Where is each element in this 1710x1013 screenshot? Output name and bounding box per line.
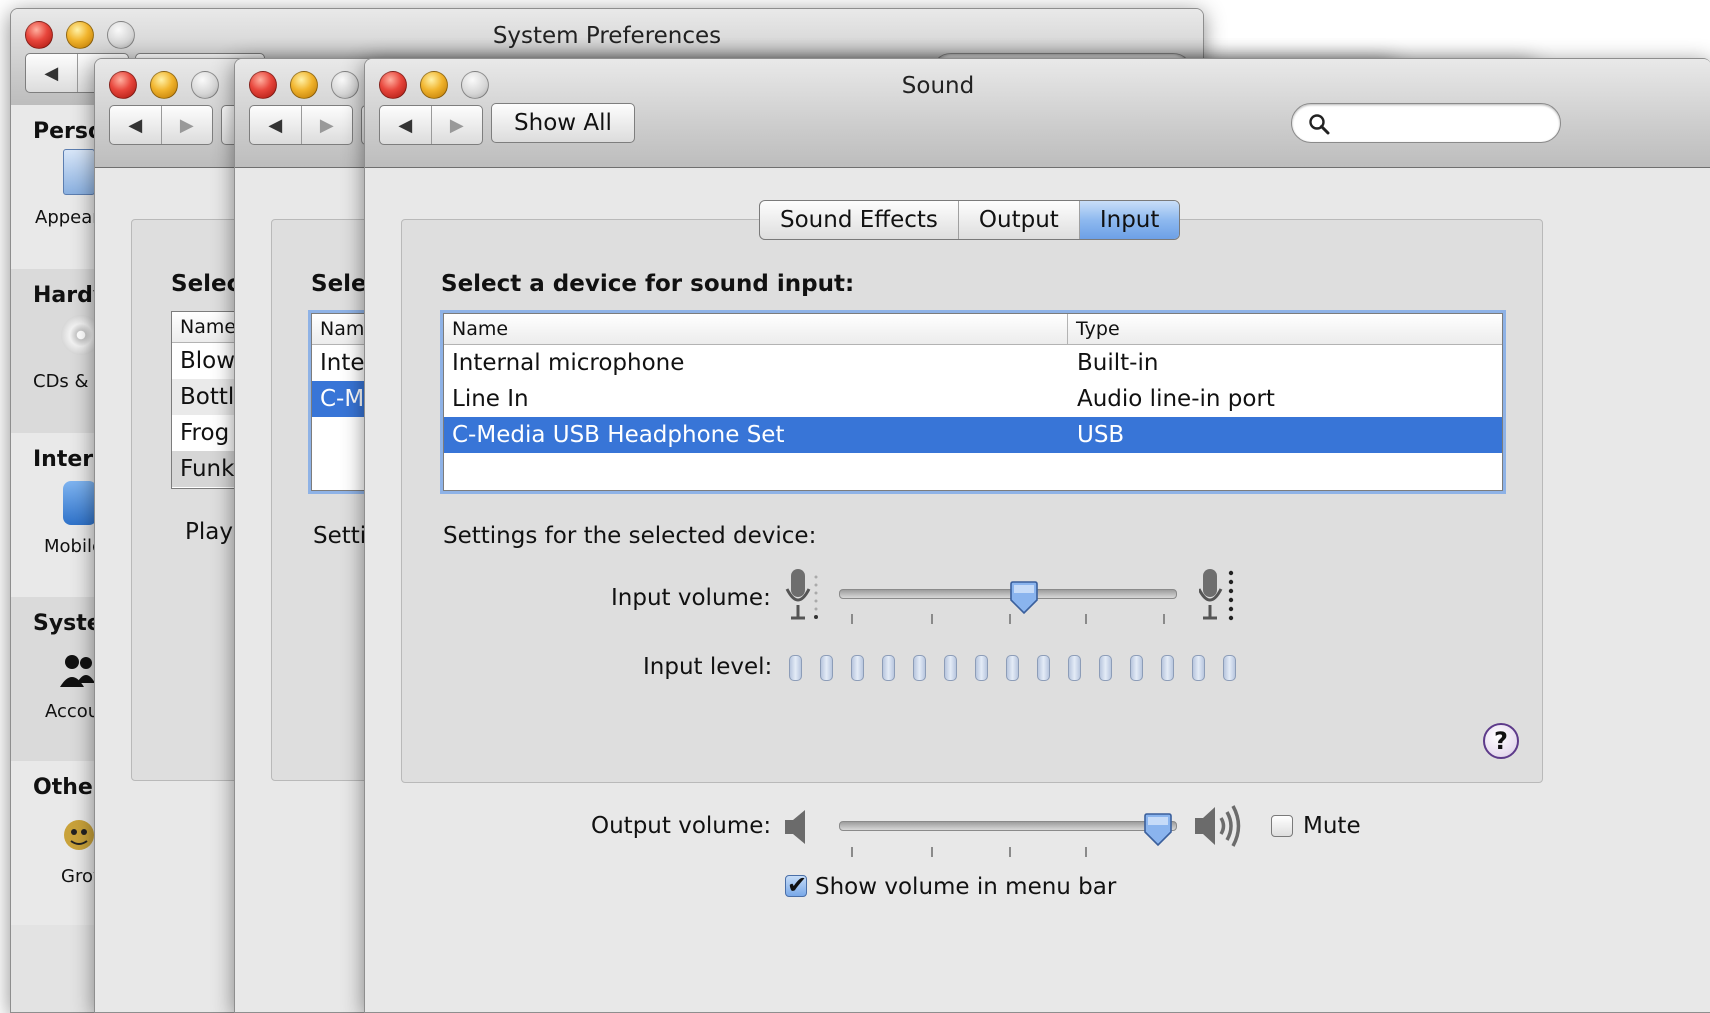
- level-segment: [975, 655, 988, 681]
- output-volume-knob[interactable]: [1143, 813, 1172, 847]
- table-row-selected[interactable]: C-Media USB Headphone Set USB: [444, 417, 1502, 453]
- forward-arrow-icon[interactable]: ▶: [160, 106, 213, 144]
- table-row[interactable]: Internal microphone Built-in: [444, 345, 1502, 381]
- level-segment: [851, 655, 864, 681]
- sound-input-window: Sound ◀ ▶ Show All Sound Effects Output …: [364, 58, 1710, 1013]
- settings-label: Setti: [313, 523, 367, 549]
- mute-label[interactable]: Mute: [1303, 813, 1361, 839]
- search-field[interactable]: [1291, 103, 1561, 143]
- close-button[interactable]: [249, 71, 277, 99]
- level-segment: [944, 655, 957, 681]
- pref-appearance[interactable]: Appear: [35, 207, 100, 228]
- minimize-button[interactable]: [150, 71, 178, 99]
- show-all-button[interactable]: Show All: [491, 103, 635, 143]
- level-segment: [1130, 655, 1143, 681]
- tab-input[interactable]: Input: [1078, 201, 1180, 239]
- input-devices-table[interactable]: Name Type Internal microphone Built-in L…: [443, 313, 1503, 491]
- forward-arrow-icon[interactable]: ▶: [430, 106, 483, 144]
- level-segment: [1037, 655, 1050, 681]
- level-segment: [1068, 655, 1081, 681]
- device-type: Built-in: [1077, 350, 1159, 376]
- pref-accounts[interactable]: Accou: [45, 701, 99, 722]
- mic-high-icon: [1197, 567, 1239, 627]
- level-segment: [1161, 655, 1174, 681]
- category-personal: Perso: [33, 119, 104, 144]
- search-input[interactable]: [1338, 110, 1542, 136]
- output-volume-label: Output volume:: [591, 813, 772, 839]
- window-controls: [109, 71, 219, 99]
- help-button[interactable]: ?: [1483, 723, 1519, 759]
- level-segment: [1099, 655, 1112, 681]
- column-name-header[interactable]: Name: [444, 314, 1068, 344]
- minimize-button[interactable]: [290, 71, 318, 99]
- speaker-high-icon: [1193, 801, 1249, 855]
- tab-sound-effects[interactable]: Sound Effects: [760, 201, 958, 239]
- mic-low-icon: [783, 567, 823, 627]
- back-forward-control[interactable]: ◀ ▶: [379, 105, 483, 145]
- device-name: Line In: [452, 386, 529, 412]
- input-volume-knob[interactable]: [1009, 581, 1038, 615]
- appearance-icon[interactable]: [63, 149, 95, 195]
- back-forward-control[interactable]: ◀ ▶: [249, 105, 353, 145]
- zoom-button[interactable]: [191, 71, 219, 99]
- row-label: Frog: [180, 420, 230, 446]
- level-segment: [1192, 655, 1205, 681]
- forward-arrow-icon[interactable]: ▶: [300, 106, 353, 144]
- device-name: Internal microphone: [452, 350, 685, 376]
- level-segment: [913, 655, 926, 681]
- input-volume-label: Input volume:: [611, 585, 771, 611]
- search-icon: [1308, 113, 1330, 139]
- row-label: Bottl: [180, 384, 235, 410]
- accounts-icon[interactable]: [59, 653, 95, 689]
- level-segment: [789, 655, 802, 681]
- tab-output[interactable]: Output: [957, 201, 1079, 239]
- window-title: System Preferences: [492, 23, 722, 49]
- mute-checkbox[interactable]: [1271, 815, 1293, 837]
- level-segment: [882, 655, 895, 681]
- tab-content-box: [401, 219, 1543, 783]
- row-label: Funk: [180, 456, 235, 482]
- row-label: C-M: [320, 386, 365, 412]
- close-button[interactable]: [109, 71, 137, 99]
- level-segment: [1006, 655, 1019, 681]
- output-volume-track[interactable]: [839, 821, 1177, 831]
- column-name-header[interactable]: Name: [172, 316, 236, 338]
- window-controls: [249, 71, 359, 99]
- back-arrow-icon[interactable]: ◀: [380, 106, 431, 144]
- device-type: USB: [1077, 422, 1125, 448]
- settings-heading: Settings for the selected device:: [443, 523, 817, 549]
- column-name-header[interactable]: Nam: [312, 318, 364, 340]
- select-device-heading: Select a device for sound input:: [441, 271, 855, 297]
- table-row[interactable]: Line In Audio line-in port: [444, 381, 1502, 417]
- pref-cds-dvds[interactable]: CDs & I: [33, 371, 100, 392]
- level-segment: [1223, 655, 1236, 681]
- back-arrow-icon[interactable]: ◀: [110, 106, 161, 144]
- mobileme-cloud-icon[interactable]: [63, 481, 97, 525]
- show-volume-label[interactable]: Show volume in menu bar: [815, 874, 1116, 900]
- zoom-button[interactable]: [331, 71, 359, 99]
- back-forward-control[interactable]: ◀ ▶: [109, 105, 213, 145]
- sound-tabs[interactable]: Sound Effects Output Input: [759, 200, 1181, 240]
- titlebar: Sound ◀ ▶ Show All: [365, 59, 1710, 168]
- device-type: Audio line-in port: [1077, 386, 1275, 412]
- level-segment: [820, 655, 833, 681]
- play-label: Play: [185, 519, 233, 545]
- column-type-header[interactable]: Type: [1068, 318, 1120, 340]
- speaker-low-icon: [783, 807, 813, 851]
- device-name: C-Media USB Headphone Set: [452, 422, 785, 448]
- back-arrow-icon[interactable]: ◀: [250, 106, 301, 144]
- input-level-label: Input level:: [643, 654, 773, 680]
- show-volume-checkbox[interactable]: ✔: [785, 871, 807, 899]
- window-title: Sound: [901, 73, 975, 99]
- growl-icon[interactable]: [61, 817, 97, 853]
- table-header[interactable]: Name Type: [444, 314, 1502, 345]
- checkmark-icon: ✔: [787, 871, 808, 899]
- back-arrow-icon[interactable]: ◀: [26, 54, 77, 92]
- row-label: Blow: [180, 348, 236, 374]
